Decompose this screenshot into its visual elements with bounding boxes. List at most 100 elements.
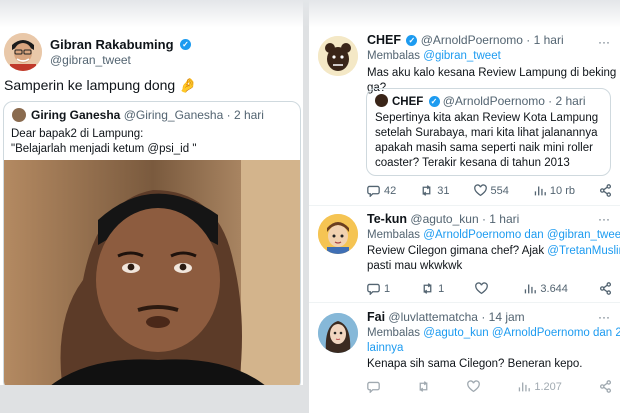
chef-handle[interactable]: @ArnoldPoernomo	[421, 33, 523, 47]
tekun-reply-text: Review Cilegon gimana chef? Ajak @Tretan…	[367, 244, 620, 259]
like-button[interactable]: 554	[473, 184, 509, 197]
reply-button[interactable]: 42	[367, 184, 396, 197]
verified-badge-icon: ✓	[406, 35, 418, 47]
author-name[interactable]: Gibran Rakabuming	[50, 37, 174, 52]
reply-count: 1	[384, 282, 391, 295]
tretanmuslim-mention-link[interactable]: @TretanMuslim	[547, 245, 620, 257]
share-icon	[599, 380, 611, 393]
more-options-icon[interactable]: ···	[598, 35, 610, 49]
fai-handle[interactable]: @luvlattematcha	[388, 310, 478, 324]
like-count: 554	[490, 184, 509, 197]
fai-avatar[interactable]	[318, 313, 358, 353]
top-fade-overlay	[0, 0, 620, 28]
views-count: 10 rb	[549, 184, 575, 197]
like-button[interactable]	[467, 380, 481, 393]
share-button[interactable]	[599, 184, 612, 197]
fai-name[interactable]: Fai	[367, 310, 385, 324]
tekun-handle[interactable]: @aguto_kun	[410, 212, 478, 226]
verified-badge-icon: ✓	[428, 96, 440, 108]
giring-avatar	[12, 108, 26, 122]
chef-quote-avatar	[375, 94, 388, 107]
views-button[interactable]: 10 rb	[533, 184, 575, 197]
share-icon	[599, 184, 612, 197]
views-chart-icon	[534, 186, 546, 196]
replying-mention-link[interactable]: @gibran_tweet	[423, 50, 501, 62]
chef-header: CHEF ✓ @ArnoldPoernomo · 1 hari ···	[367, 33, 610, 49]
chef-quote-time: · 2 hari	[548, 94, 586, 108]
replying-prefix: Membalas	[367, 229, 421, 241]
heart-icon	[467, 380, 481, 393]
tekun-header: Te-kun @aguto_kun · 1 hari	[367, 212, 519, 226]
fai-replying-to: Membalas @aguto_kun @ArnoldPoernomo dan …	[367, 326, 620, 341]
share-button[interactable]	[599, 282, 612, 295]
quoted-tweet[interactable]: Giring Ganesha @Giring_Ganesha · 2 hari …	[3, 101, 301, 385]
retweet-button[interactable]: 31	[420, 184, 450, 197]
views-button[interactable]: 3.644	[523, 282, 568, 295]
chef-quote-line-4: coaster? Terakir kesana di tahun 2013	[375, 157, 570, 169]
retweet-button[interactable]: 1	[421, 282, 444, 295]
retweet-icon	[422, 185, 431, 196]
share-button[interactable]	[599, 380, 612, 393]
chef-quote-line-1: Sepertinya kita akan Review Kota Lampung	[375, 112, 599, 124]
author-handle[interactable]: @gibran_tweet	[50, 53, 131, 67]
replies-panel: CHEF ✓ @ArnoldPoernomo · 1 hari ··· Memb…	[309, 0, 620, 413]
more-options-icon[interactable]: ···	[598, 212, 610, 226]
tekun-avatar[interactable]	[318, 214, 358, 254]
left-tweet-card: Gibran Rakabuming ✓ @gibran_tweet Samper…	[0, 0, 303, 385]
fai-action-bar: 1.207	[367, 380, 612, 393]
divider	[309, 302, 620, 303]
reply-button[interactable]	[367, 380, 380, 393]
gibran-avatar[interactable]	[4, 33, 42, 71]
pinch-hand-emoji-icon: 🤌	[179, 77, 197, 93]
chef-quote-line-2: setelah Surabaya, mari kita lihat jalana…	[375, 127, 598, 139]
heart-icon	[475, 282, 489, 295]
retweet-count: 1	[438, 282, 445, 295]
chef-avatar[interactable]	[318, 36, 358, 76]
tekun-action-bar: 1 1 3.644	[367, 282, 612, 295]
views-chart-icon	[525, 284, 537, 294]
chef-quoted-tweet[interactable]: CHEF ✓ @ArnoldPoernomo · 2 hari Sepertin…	[366, 88, 611, 176]
quote-author-name: Giring Ganesha	[31, 108, 121, 122]
reply-count: 42	[384, 184, 397, 197]
views-button[interactable]: 1.207	[517, 380, 562, 393]
tekun-name[interactable]: Te-kun	[367, 212, 407, 226]
retweet-button[interactable]	[417, 380, 430, 393]
retweet-count: 31	[437, 184, 450, 197]
gibran-header: Gibran Rakabuming ✓	[50, 36, 191, 54]
reply-button[interactable]: 1	[367, 282, 390, 295]
reply-icon	[367, 185, 380, 197]
divider	[309, 205, 620, 206]
tekun-time: · 1 hari	[481, 212, 520, 226]
reply-icon	[367, 381, 380, 393]
quote-header: Giring Ganesha @Giring_Ganesha · 2 hari	[31, 108, 264, 122]
tekun-replying-to: Membalas @ArnoldPoernomo dan @gibran_twe…	[367, 228, 620, 243]
retweet-icon	[419, 381, 428, 392]
chef-quote-name: CHEF	[392, 96, 424, 108]
quote-time: · 2 hari	[226, 108, 264, 122]
chef-quote-line-3: apakah masih sama seperti naik mini roll…	[375, 142, 593, 154]
quote-author-handle: @Giring_Ganesha	[123, 108, 224, 122]
tweet-text-body: Samperin ke lampung dong	[4, 77, 176, 93]
replying-mention-link-2[interactable]: lainnya	[367, 341, 403, 356]
chef-time: · 1 hari	[526, 33, 564, 47]
quote-line-2: "Belajarlah menjadi ketum @psi_id "	[11, 143, 197, 155]
views-chart-icon	[519, 382, 531, 392]
chef-quote-header: CHEF ✓ @ArnoldPoernomo · 2 hari	[392, 94, 586, 108]
verified-badge-icon: ✓	[179, 39, 191, 51]
more-options-icon[interactable]: ···	[598, 310, 610, 324]
giring-photo[interactable]	[4, 160, 300, 385]
chef-name[interactable]: CHEF	[367, 33, 401, 47]
replying-mention-link[interactable]: @ArnoldPoernomo dan @gibran_tweet	[423, 229, 620, 241]
tekun-text-part: Review Cilegon gimana chef? Ajak	[367, 245, 545, 257]
replying-mention-link[interactable]: @aguto_kun @ArnoldPoernomo dan 2	[423, 327, 620, 339]
chef-replying-to: Membalas @gibran_tweet	[367, 49, 501, 64]
chef-action-bar: 42 31 554 10 rb	[367, 184, 612, 197]
retweet-icon	[423, 283, 432, 294]
quote-line-1: Dear bapak2 di Lampung:	[11, 128, 144, 140]
replying-prefix: Membalas	[367, 327, 421, 339]
fai-time: · 14 jam	[481, 310, 525, 324]
share-icon	[599, 282, 611, 295]
heart-icon	[473, 184, 487, 197]
chef-quote-handle: @ArnoldPoernomo	[442, 94, 545, 108]
like-button[interactable]	[475, 282, 492, 295]
